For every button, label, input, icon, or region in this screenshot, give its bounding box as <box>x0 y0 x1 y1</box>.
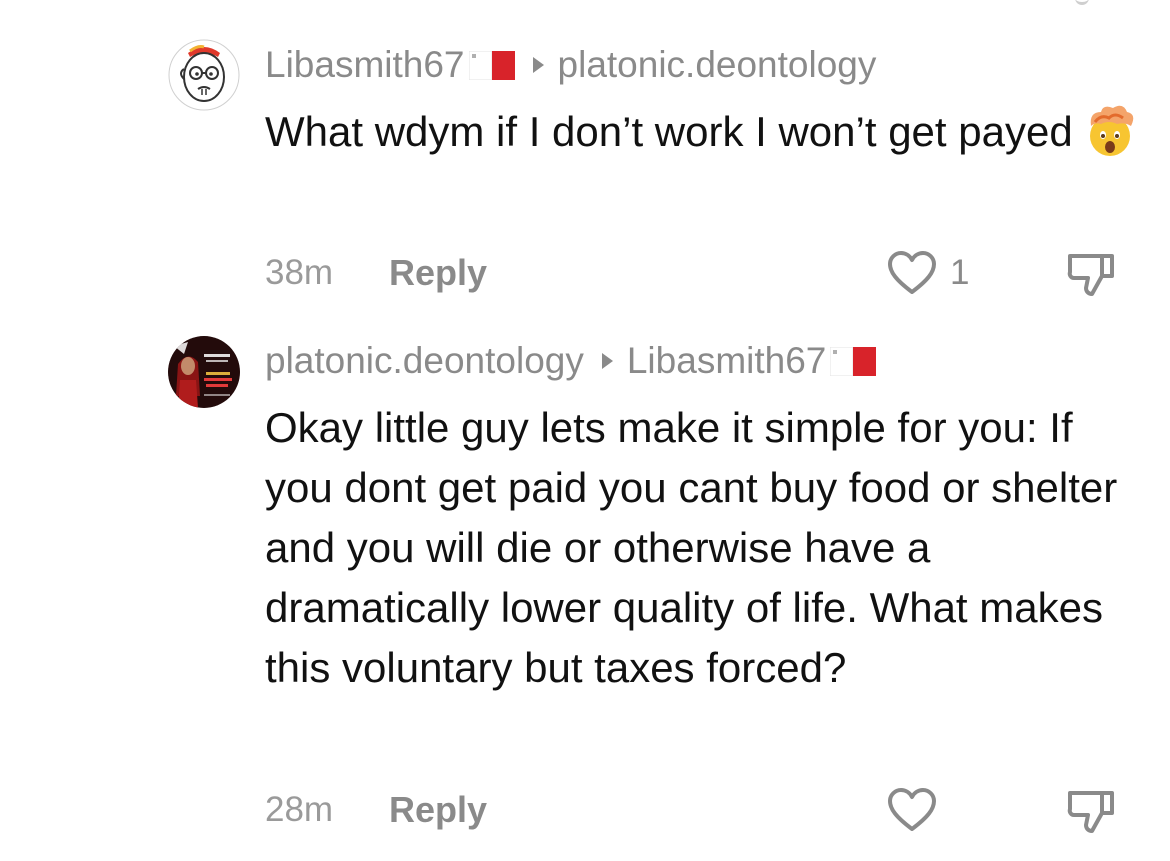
scroll-hint <box>1075 0 1089 5</box>
dislike-button[interactable] <box>1064 783 1118 837</box>
like-button[interactable]: 1 <box>886 247 969 299</box>
heart-icon <box>888 788 936 831</box>
reply-arrow-icon <box>532 57 544 73</box>
reply-button[interactable]: Reply <box>389 789 487 831</box>
username[interactable]: platonic.deontology <box>265 340 584 382</box>
reply-arrow-icon <box>601 353 613 369</box>
like-button[interactable] <box>886 784 938 836</box>
heart-icon <box>888 251 936 294</box>
reply-to-username[interactable]: platonic.deontology <box>558 44 877 86</box>
avatar-libasmith67[interactable] <box>168 39 240 111</box>
timestamp: 28m <box>265 790 334 829</box>
comment-text: What wdym if I don’t work I won’t get pa… <box>265 102 1145 162</box>
comment-text: Okay little guy lets make it simple for … <box>265 404 1118 691</box>
comment-header: Libasmith67 platonic.deontology <box>265 41 876 89</box>
comment-meta: 38m Reply <box>265 251 487 295</box>
dislike-icon <box>1067 791 1114 833</box>
like-count: 1 <box>950 253 970 292</box>
comment-meta: 28m Reply <box>265 788 487 832</box>
malta-flag-icon <box>830 346 877 376</box>
timestamp: 38m <box>265 253 334 292</box>
comment-header: platonic.deontology Libasmith67 <box>265 337 877 385</box>
reply-to-username[interactable]: Libasmith67 <box>627 340 827 382</box>
reply-button[interactable]: Reply <box>389 252 487 294</box>
exploding-head-emoji <box>1081 102 1139 160</box>
dislike-button[interactable] <box>1064 246 1118 300</box>
username[interactable]: Libasmith67 <box>265 44 465 86</box>
avatar-platonic-deontology[interactable] <box>168 336 240 408</box>
dislike-icon <box>1067 254 1114 296</box>
malta-flag-icon <box>468 50 515 80</box>
